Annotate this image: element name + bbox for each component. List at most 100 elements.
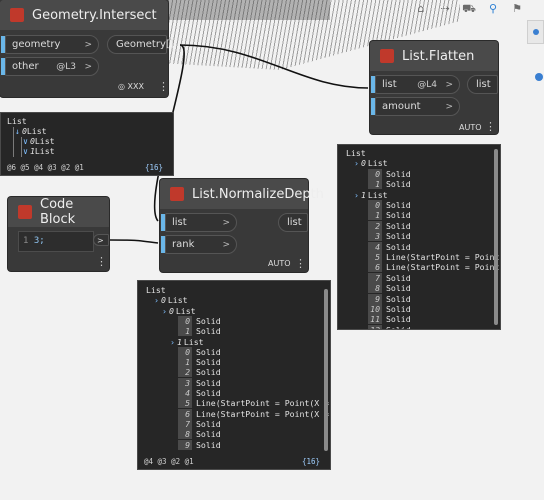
expand-toggle-icon[interactable]: › bbox=[154, 295, 159, 305]
output-port[interactable]: > bbox=[93, 234, 109, 246]
list-item[interactable]: › 1 List bbox=[354, 190, 388, 200]
list-flatten-node[interactable]: List.Flatten list @L4 > amount > list AU… bbox=[370, 41, 498, 134]
list-value: Solid bbox=[386, 210, 411, 221]
list-item[interactable]: › 0 List bbox=[162, 306, 196, 316]
road-icon[interactable]: ⇢ bbox=[436, 2, 454, 16]
bike-icon[interactable]: ⚲ bbox=[484, 2, 502, 16]
list-index: 2 bbox=[368, 220, 382, 231]
intersect-preview-panel[interactable]: List ↓ 0List ∨ 0List ∨ 1List @6 @5 @4 @3 @2… bbox=[0, 112, 174, 176]
list-item: 1 Solid bbox=[368, 179, 411, 190]
input-port-geometry[interactable]: geometry > bbox=[1, 35, 99, 54]
list-index: 5 bbox=[368, 252, 382, 262]
output-port[interactable]: list bbox=[278, 213, 308, 232]
list-item: List bbox=[146, 285, 166, 295]
node-menu-icon[interactable]: ⋮ bbox=[96, 255, 107, 268]
list-index: 6 bbox=[178, 408, 192, 419]
input-port-other[interactable]: other @L3 > bbox=[1, 57, 99, 76]
chevron-right-icon: > bbox=[445, 101, 453, 112]
canvas-scroll-tab[interactable] bbox=[527, 20, 544, 44]
list-item: 1 Solid bbox=[178, 326, 221, 337]
list-index: 12 bbox=[368, 324, 382, 329]
lacing-indicator[interactable]: AUTO bbox=[268, 259, 291, 268]
input-port-list[interactable]: list > bbox=[161, 213, 237, 232]
list-normalize-depth-node[interactable]: List.NormalizeDepth list > rank > list A… bbox=[160, 179, 324, 272]
level-indicator[interactable]: @L3 bbox=[56, 62, 76, 72]
preview-footer: @4 @3 @2 @1 {16} bbox=[138, 455, 330, 469]
code-text[interactable]: 3; bbox=[34, 236, 45, 246]
node-menu-icon[interactable]: ⋮ bbox=[485, 120, 496, 133]
list-value: Solid bbox=[386, 304, 411, 314]
output-port[interactable]: list bbox=[467, 75, 498, 94]
node-header[interactable]: Code Block bbox=[8, 197, 109, 227]
list-index: 11 bbox=[368, 314, 382, 325]
car-icon[interactable]: ⛟ bbox=[460, 2, 478, 16]
line-number: 1 bbox=[23, 236, 29, 246]
list-item: 0 Solid bbox=[178, 315, 221, 326]
node-header[interactable]: List.Flatten bbox=[370, 41, 498, 71]
list-item[interactable]: › 0 List bbox=[354, 158, 388, 168]
preview-scrollbar[interactable] bbox=[494, 149, 498, 325]
node-title: Code Block bbox=[40, 197, 76, 227]
expand-toggle-icon[interactable]: › bbox=[170, 337, 175, 347]
list-value: Line(StartPoint = Point(X = bbox=[196, 408, 330, 419]
list-value: Solid bbox=[386, 179, 411, 190]
list-index: 0 bbox=[360, 158, 366, 169]
list-item: 7 Solid bbox=[178, 418, 221, 429]
list-value: List bbox=[367, 189, 388, 200]
list-item[interactable]: › 1 List bbox=[170, 337, 204, 347]
list-item[interactable]: ∨ 0List bbox=[23, 136, 55, 146]
input-port-list[interactable]: list @L4 > bbox=[371, 75, 460, 94]
node-header[interactable]: Geometry.Intersect bbox=[0, 0, 168, 30]
home-icon[interactable]: ⌂ bbox=[412, 2, 430, 16]
list-index: 0 bbox=[178, 346, 192, 357]
list-item: List bbox=[7, 116, 27, 126]
list-index: 3 bbox=[178, 377, 192, 388]
list-value: Solid bbox=[386, 200, 411, 210]
node-menu-icon[interactable]: ⋮ bbox=[158, 80, 169, 93]
preview-scrollbar[interactable] bbox=[324, 289, 328, 451]
chevron-right-icon: > bbox=[84, 39, 92, 50]
preview-toggle[interactable]: ◎ XXX bbox=[118, 82, 144, 91]
flatten-preview-panel[interactable]: List › 0 List 0 Solid 1 Solid › 1 List 0 Solid 1 Solid… bbox=[337, 144, 501, 330]
list-index: 7 bbox=[178, 418, 192, 429]
list-item: 4 Solid bbox=[178, 388, 221, 398]
list-value: Solid bbox=[196, 439, 221, 450]
code-block-node[interactable]: Code Block 1 3; > ⋮ bbox=[8, 197, 109, 271]
code-editor[interactable]: 1 3; bbox=[18, 231, 94, 252]
list-item: 5 Line(StartPoint = Point(X = – bbox=[368, 252, 500, 262]
level-labels: @6 @5 @4 @3 @2 @1 bbox=[7, 163, 84, 172]
level-indicator[interactable]: @L4 bbox=[417, 80, 437, 90]
list-value: Solid bbox=[386, 241, 411, 252]
list-item: 8 Solid bbox=[368, 283, 411, 294]
walk-icon[interactable]: ⚑ bbox=[508, 2, 526, 16]
list-value: Solid bbox=[196, 418, 221, 429]
geometry-intersect-node[interactable]: Geometry.Intersect geometry > other @L3 … bbox=[0, 0, 174, 97]
output-port[interactable]: Geometry[] bbox=[107, 35, 174, 54]
list-value: Solid bbox=[386, 272, 411, 283]
expand-toggle-icon[interactable]: › bbox=[354, 190, 359, 200]
list-index: 10 bbox=[368, 304, 382, 314]
normalize-preview-panel[interactable]: List › 0 List › 0 List 0 Solid 1 Solid › 1 List 0 Solid… bbox=[137, 280, 331, 470]
input-port-rank[interactable]: rank > bbox=[161, 235, 237, 254]
list-index: 1 bbox=[178, 357, 192, 368]
list-item[interactable]: › 0 List bbox=[154, 295, 188, 305]
node-menu-icon[interactable]: ⋮ bbox=[295, 257, 306, 270]
list-value: Solid bbox=[386, 314, 411, 325]
list-item: 9 Solid bbox=[178, 439, 221, 450]
list-value: Solid bbox=[386, 231, 411, 242]
expand-toggle-icon[interactable]: › bbox=[354, 158, 359, 168]
top-toolbar: ⌂ ⇢ ⛟ ⚲ ⚑ bbox=[412, 2, 526, 16]
list-item[interactable]: ↓ 0List bbox=[15, 126, 47, 136]
list-value: Line(StartPoint = Point(X = – bbox=[386, 262, 500, 273]
list-item[interactable]: ∨ 1List bbox=[23, 146, 55, 156]
list-item: 0 Solid bbox=[178, 346, 221, 357]
input-port-amount[interactable]: amount > bbox=[371, 97, 460, 116]
list-index: 5 bbox=[178, 398, 192, 409]
list-index: 0 bbox=[178, 315, 192, 326]
eye-off-icon: ◎ bbox=[118, 82, 125, 91]
lacing-indicator[interactable]: AUTO bbox=[459, 123, 482, 132]
node-header[interactable]: List.NormalizeDepth bbox=[160, 179, 324, 209]
expand-toggle-icon[interactable]: › bbox=[162, 306, 167, 316]
list-item: 1 Solid bbox=[178, 357, 221, 368]
list-value: List bbox=[367, 158, 388, 169]
